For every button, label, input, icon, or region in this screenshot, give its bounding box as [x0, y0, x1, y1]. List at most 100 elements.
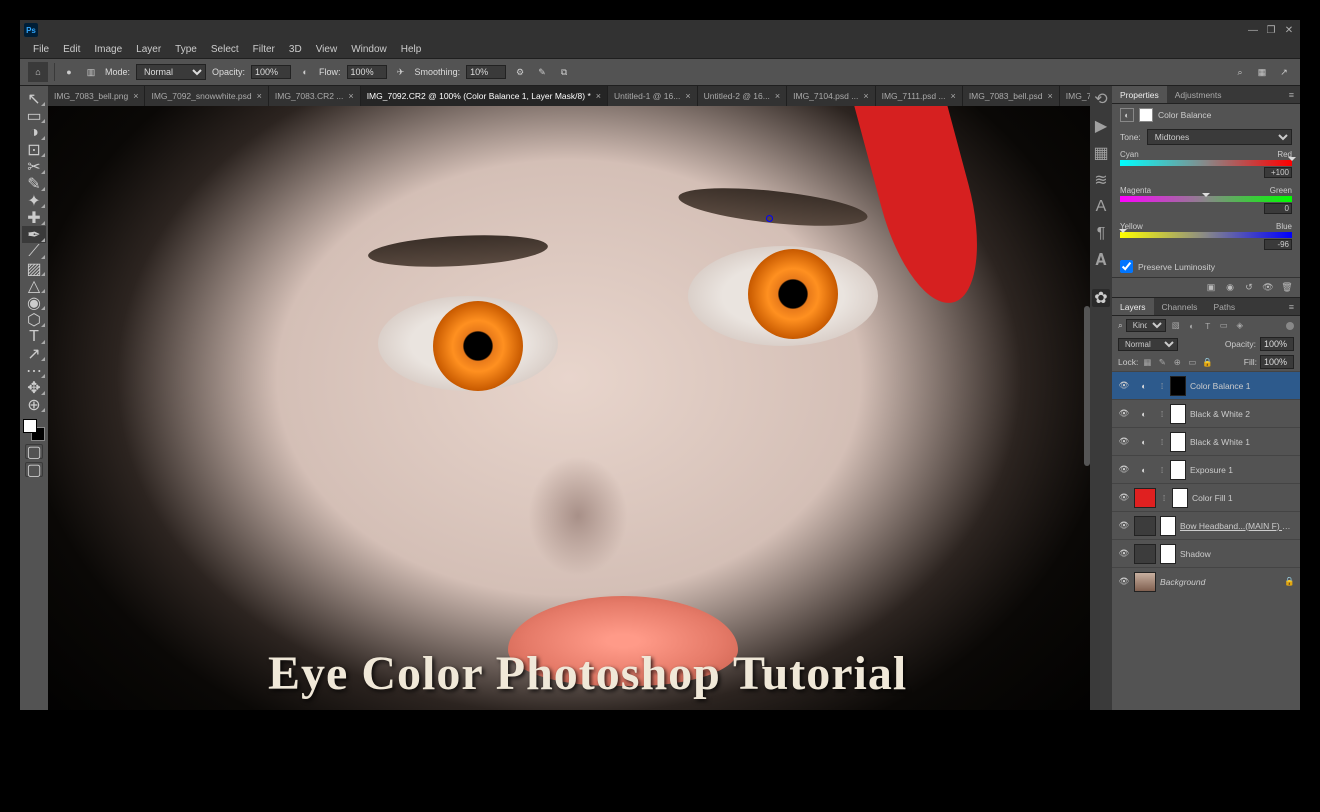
visibility-toggle[interactable]: 👁 — [1118, 380, 1130, 392]
layer-thumb[interactable] — [1134, 544, 1156, 564]
yellow-blue-value[interactable] — [1264, 239, 1292, 250]
clip-to-layer-icon[interactable]: ▣ — [1204, 281, 1218, 295]
lock-transparent-icon[interactable]: ▦ — [1141, 356, 1153, 368]
close-tab-icon[interactable]: × — [951, 91, 956, 101]
menu-select[interactable]: Select — [204, 44, 246, 55]
search-icon[interactable]: ⌕ — [1232, 64, 1248, 80]
close-tab-icon[interactable]: × — [257, 91, 262, 101]
tool-11[interactable]: △ — [22, 277, 46, 294]
filter-type-icon[interactable]: T — [1202, 320, 1214, 332]
layer-mask-thumb[interactable] — [1170, 404, 1186, 424]
arrange-icon[interactable]: ▦ — [1254, 64, 1270, 80]
close-tab-icon[interactable]: × — [133, 91, 138, 101]
tool-5[interactable]: ✎ — [22, 175, 46, 192]
filter-shape-icon[interactable]: ▭ — [1218, 320, 1230, 332]
swatches-icon[interactable]: ▦ — [1092, 144, 1110, 162]
glyphs-icon[interactable]: 𝐀 — [1092, 252, 1110, 270]
layer-mask-thumb[interactable] — [1160, 544, 1176, 564]
menu-file[interactable]: File — [26, 44, 56, 55]
menu-type[interactable]: Type — [168, 44, 204, 55]
brush-preset-icon[interactable]: ● — [61, 64, 77, 80]
reset-icon[interactable]: ↺ — [1242, 281, 1256, 295]
layer-name[interactable]: Background — [1160, 577, 1280, 587]
tool-14[interactable]: T — [22, 328, 46, 345]
symmetry-icon[interactable]: ⧉ — [556, 64, 572, 80]
layer-name[interactable]: Color Fill 1 — [1192, 493, 1294, 503]
close-tab-icon[interactable]: × — [348, 91, 353, 101]
layers-tab[interactable]: Layers — [1112, 298, 1154, 315]
lock-pixels-icon[interactable]: ✎ — [1156, 356, 1168, 368]
menu-help[interactable]: Help — [394, 44, 429, 55]
opacity-input[interactable] — [251, 65, 291, 79]
lock-artboard-icon[interactable]: ▭ — [1186, 356, 1198, 368]
layer-name[interactable]: Shadow — [1180, 549, 1294, 559]
document-tab[interactable]: IMG_7083_bell.png× — [48, 86, 145, 106]
document-tab[interactable]: IMG_7092.CR2 @ 100% (Color Balance 1, La… — [361, 86, 608, 106]
channels-tab[interactable]: Channels — [1154, 298, 1206, 315]
lock-all-icon[interactable]: 🔒 — [1201, 356, 1213, 368]
magenta-green-value[interactable] — [1264, 203, 1292, 214]
filter-adjustment-icon[interactable]: ◐ — [1186, 320, 1198, 332]
smoothing-options-icon[interactable]: ⚙ — [512, 64, 528, 80]
tool-1[interactable]: ▭ — [22, 107, 46, 124]
layer-row[interactable]: 👁Background🔒 — [1112, 567, 1300, 595]
maximize-button[interactable]: ❐ — [1264, 24, 1278, 36]
fill-input[interactable] — [1260, 355, 1294, 369]
menu-filter[interactable]: Filter — [246, 44, 282, 55]
layer-thumb[interactable] — [1134, 516, 1156, 536]
layer-filter[interactable]: ⌕Kind — [1118, 319, 1166, 332]
pressure-icon[interactable]: ✎ — [534, 64, 550, 80]
layers-menu-icon[interactable]: ≡ — [1283, 302, 1300, 312]
menu-image[interactable]: Image — [87, 44, 129, 55]
document-tab[interactable]: Untitled-1 @ 16...× — [608, 86, 698, 106]
airbrush-icon[interactable]: ✈ — [393, 64, 409, 80]
minimize-button[interactable]: — — [1246, 24, 1260, 36]
properties-tab[interactable]: Properties — [1112, 86, 1167, 103]
quick-mask-icon[interactable]: ▢ — [25, 444, 43, 459]
layer-blend-mode-select[interactable]: Normal — [1118, 338, 1178, 351]
document-tab[interactable]: IMG_7083_bell.psd× — [963, 86, 1060, 106]
layer-row[interactable]: 👁◐⁞Black & White 1 — [1112, 427, 1300, 455]
preserve-luminosity-checkbox[interactable]: Preserve Luminosity — [1112, 256, 1300, 277]
layer-row[interactable]: 👁⁞Color Fill 1 — [1112, 483, 1300, 511]
screen-mode-icon[interactable]: ▢ — [25, 462, 43, 477]
document-tab[interactable]: Untitled-2 @ 16...× — [698, 86, 788, 106]
share-icon[interactable]: ↗ — [1276, 64, 1292, 80]
tool-18[interactable]: ⊕ — [22, 396, 46, 413]
tool-13[interactable]: ⬡ — [22, 311, 46, 328]
close-button[interactable]: ✕ — [1282, 24, 1296, 36]
tool-4[interactable]: ✂ — [22, 158, 46, 175]
flow-input[interactable] — [347, 65, 387, 79]
filter-smart-icon[interactable]: ◈ — [1234, 320, 1246, 332]
brushes-icon[interactable]: ≋ — [1092, 171, 1110, 189]
tone-select[interactable]: Midtones — [1147, 129, 1292, 145]
cyan-red-value[interactable] — [1264, 167, 1292, 178]
close-tab-icon[interactable]: × — [685, 91, 690, 101]
canvas[interactable]: Eye Color Photoshop Tutorial — [48, 106, 1090, 710]
filter-toggle[interactable] — [1286, 322, 1294, 330]
visibility-toggle[interactable]: 👁 — [1118, 464, 1130, 476]
layer-row[interactable]: 👁Shadow — [1112, 539, 1300, 567]
smoothing-input[interactable] — [466, 65, 506, 79]
layer-name[interactable]: Black & White 1 — [1190, 437, 1294, 447]
adjustments-tab[interactable]: Adjustments — [1167, 86, 1230, 103]
layer-row[interactable]: 👁◐⁞Color Balance 1 — [1112, 371, 1300, 399]
layer-mask-thumb[interactable] — [1160, 516, 1176, 536]
trash-icon[interactable]: 🗑 — [1280, 281, 1294, 295]
layer-opacity-input[interactable] — [1260, 337, 1294, 351]
mask-icon[interactable] — [1139, 108, 1153, 122]
layer-row[interactable]: 👁◐⁞Exposure 1 — [1112, 455, 1300, 483]
layer-row[interactable]: 👁◐⁞Black & White 2 — [1112, 399, 1300, 427]
layer-thumb[interactable] — [1134, 572, 1156, 592]
color-swatches[interactable] — [23, 419, 45, 441]
magenta-green-slider[interactable] — [1120, 196, 1292, 202]
visibility-icon[interactable]: 👁 — [1261, 281, 1275, 295]
layer-name[interactable]: Bow Headband...(MAIN F) copy... — [1180, 521, 1294, 531]
brush-settings-icon[interactable]: ▥ — [83, 64, 99, 80]
panel-menu-icon[interactable]: ≡ — [1283, 90, 1300, 100]
tool-9[interactable]: ⟋ — [22, 243, 46, 260]
opacity-pressure-icon[interactable]: ◐ — [297, 64, 313, 80]
tool-3[interactable]: ⊡ — [22, 141, 46, 158]
filter-kind-select[interactable]: Kind — [1126, 319, 1166, 332]
document-tab[interactable]: IMG_7104.psd ...× — [787, 86, 875, 106]
